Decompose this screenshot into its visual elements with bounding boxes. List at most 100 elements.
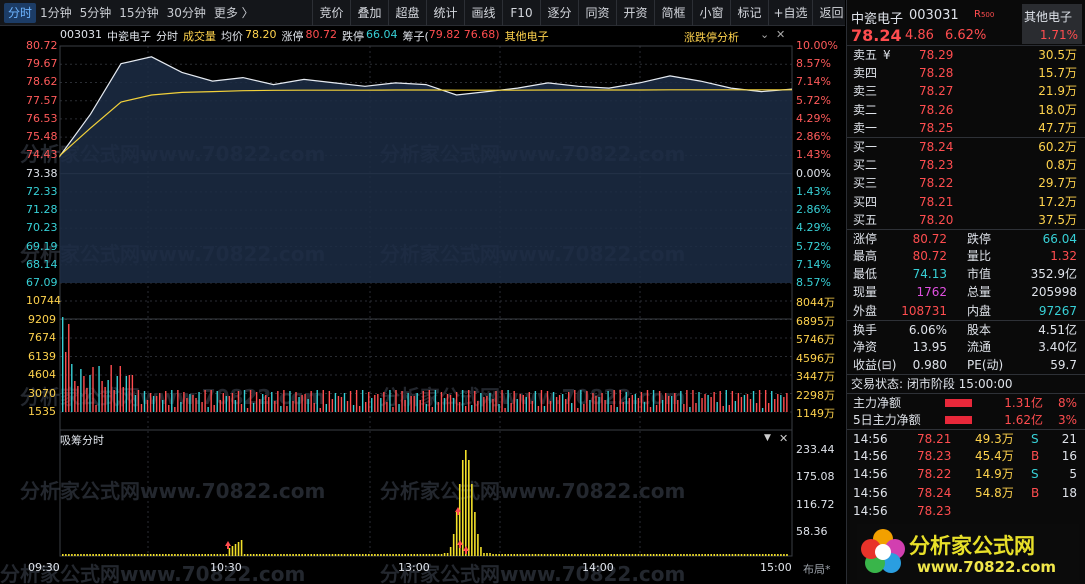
volume-bar	[192, 395, 194, 412]
volume-bar	[501, 390, 503, 412]
chip-bar	[701, 554, 703, 556]
chip-bar	[722, 554, 725, 556]
bids-row-3[interactable]: 买四 78.21 17.2万	[847, 193, 1085, 211]
tool-button-3[interactable]: 统计	[426, 0, 464, 26]
chip-bar	[140, 554, 143, 556]
chip-bar	[195, 554, 197, 556]
volume-bar	[604, 400, 606, 412]
stock-change: 4.86	[905, 28, 934, 43]
chip-bar	[683, 554, 685, 556]
asks-row-4[interactable]: 卖一 78.25 47.7万	[847, 119, 1085, 137]
chip-axis-3: 58.36	[796, 525, 828, 538]
chip-bar	[543, 554, 546, 556]
tick-price-1: 78.23	[917, 449, 952, 464]
volume-bar	[704, 394, 706, 412]
tool-button-11[interactable]: 标记	[730, 0, 768, 26]
chip-bar	[310, 554, 313, 556]
volume-bar	[161, 400, 164, 412]
price-axis-right-3: 5.72%	[796, 93, 831, 107]
layout-button[interactable]: 布局*	[803, 561, 831, 577]
tool-button-1[interactable]: 叠加	[350, 0, 388, 26]
asks-row-0[interactable]: 卖五 ¥78.29 30.5万	[847, 46, 1085, 64]
volume-bar	[767, 403, 770, 412]
volume-bar	[380, 398, 382, 412]
tick-vol-2: 14.9万	[975, 467, 1014, 482]
tool-button-9[interactable]: 简框	[654, 0, 692, 26]
time-axis-4: 15:00	[760, 561, 792, 574]
tool-button-13[interactable]: 返回	[812, 0, 850, 26]
tick-side-1: B	[1031, 449, 1040, 464]
tool-button-4[interactable]: 画线	[464, 0, 502, 26]
bids-row-2[interactable]: 买三 78.22 29.7万	[847, 174, 1085, 192]
sector-box[interactable]: 其他电子 1.71%	[1022, 4, 1082, 44]
stats-val-b-2: 352.9亿	[1030, 267, 1077, 282]
volume-bar	[640, 392, 643, 412]
volume-bar	[195, 398, 197, 412]
asks-row-3[interactable]: 卖二 78.26 18.0万	[847, 101, 1085, 119]
tool-button-12[interactable]: +自选	[768, 0, 812, 26]
price-axis-left-8: 72.33	[26, 184, 58, 198]
tick-row-4: 14:56 78.23	[847, 502, 1085, 520]
tool-button-6[interactable]: 逐分	[540, 0, 578, 26]
chip-bar	[116, 554, 119, 556]
tool-button-8[interactable]: 开资	[616, 0, 654, 26]
chip-bar	[680, 554, 682, 556]
bids-row-1[interactable]: 买二 78.23 0.8万	[847, 156, 1085, 174]
tab-4[interactable]: 30分钟	[163, 3, 210, 23]
chip-bar	[464, 450, 467, 556]
chip-bar	[477, 534, 479, 556]
site-logo: 分析家公式网 www.70822.com	[857, 524, 1079, 580]
chip-panel-close-icon[interactable]: ✕	[779, 432, 788, 445]
volume-bar	[410, 396, 412, 412]
flow-bar-0	[945, 398, 972, 407]
volume-bar	[677, 400, 679, 412]
volume-bar	[637, 398, 640, 412]
volume-bar	[268, 397, 270, 412]
asks-vol-4: 47.7万	[1038, 120, 1077, 135]
tool-button-7[interactable]: 同资	[578, 0, 616, 26]
tab-2[interactable]: 5分钟	[76, 3, 116, 23]
chip-bar	[440, 554, 443, 556]
tab-5[interactable]: 更多 〉	[210, 3, 258, 23]
volume-bar	[231, 393, 234, 412]
bids-label-4: 买五	[853, 212, 878, 227]
volume-bar	[271, 392, 273, 412]
chevron-down-icon[interactable]: ⌄	[760, 28, 769, 41]
volume-bar	[568, 392, 570, 412]
chip-bar	[786, 554, 788, 556]
chip-bar	[507, 554, 510, 556]
volume-bar	[492, 399, 494, 412]
chip-panel-dropdown-icon[interactable]: ▼	[764, 433, 771, 443]
chip-bar	[80, 554, 82, 556]
chip-bar	[449, 547, 452, 556]
price-axis-left-5: 75.48	[26, 130, 58, 144]
tool-button-0[interactable]: 竞价	[312, 0, 350, 26]
stats-label-b-3: 总量	[967, 285, 992, 300]
tool-button-5[interactable]: F10	[502, 0, 540, 26]
limit-analysis-button[interactable]: 涨跌停分析	[684, 29, 739, 45]
volume-bar	[683, 404, 685, 412]
volume-bar	[471, 405, 473, 412]
bids-row-0[interactable]: 买一 78.24 60.2万	[847, 138, 1085, 156]
tool-button-10[interactable]: 小窗	[692, 0, 730, 26]
volume-bar	[122, 387, 124, 412]
asks-row-2[interactable]: 卖三 78.27 21.9万	[847, 82, 1085, 100]
chip-bar	[68, 554, 70, 556]
chip-bar	[628, 554, 631, 556]
tool-button-2[interactable]: 超盘	[388, 0, 426, 26]
tab-1[interactable]: 1分钟	[36, 3, 76, 23]
asks-price-2: 78.27	[919, 84, 954, 99]
close-icon[interactable]: ✕	[776, 28, 785, 41]
chip-bar	[231, 546, 234, 556]
stats2-label-a-0: 换手	[853, 322, 878, 337]
volume-bar	[425, 404, 427, 412]
volume-bar	[561, 394, 564, 412]
chip-bar	[255, 554, 258, 556]
volume-bar	[346, 401, 349, 412]
tab-0[interactable]: 分时	[4, 2, 37, 23]
stats-label-a-1: 最高	[853, 249, 878, 264]
bids-row-4[interactable]: 买五 78.20 37.5万	[847, 211, 1085, 229]
tick-vol-1: 45.4万	[975, 449, 1014, 464]
tab-3[interactable]: 15分钟	[115, 3, 162, 23]
asks-row-1[interactable]: 卖四 78.28 15.7万	[847, 64, 1085, 82]
